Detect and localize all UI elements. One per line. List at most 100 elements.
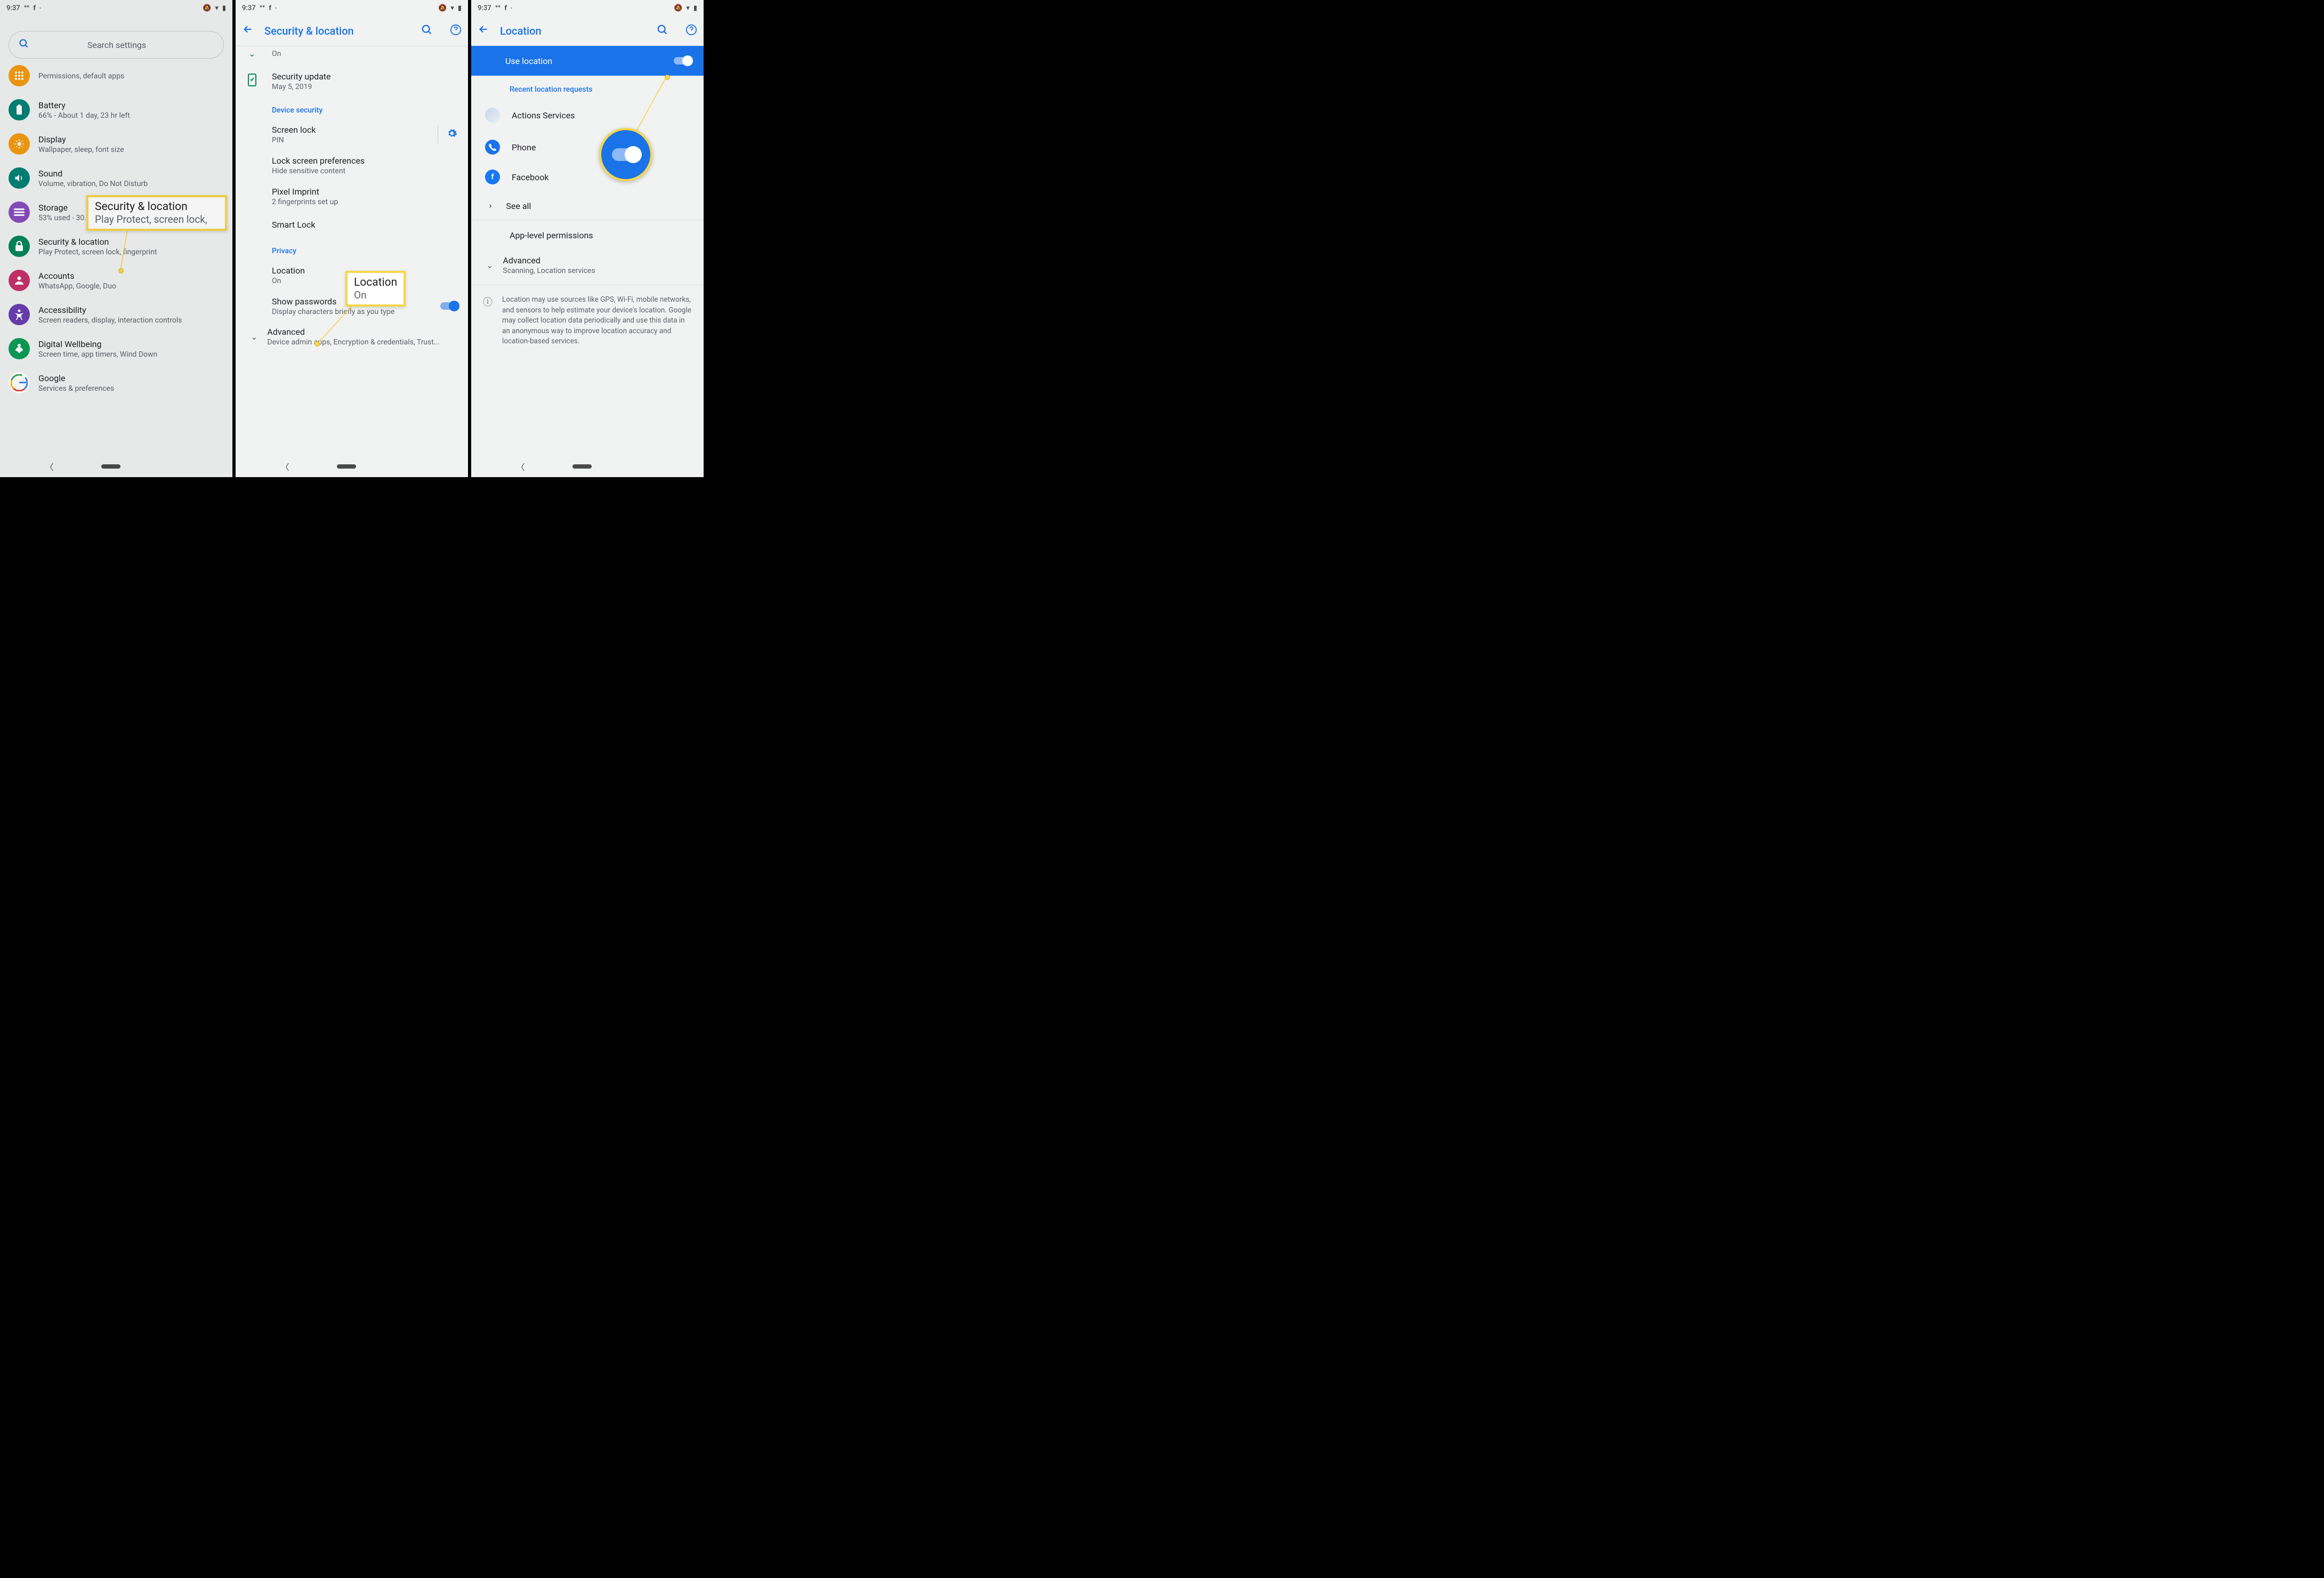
item-sub: Services & preferences [38,384,224,393]
battery-icon: ▮ [693,4,697,12]
nav-bar: 〈 [236,456,468,477]
status-time: 9:37 [478,4,491,12]
back-button[interactable]: 〈 [517,460,525,473]
home-pill[interactable] [572,464,592,469]
search-placeholder: Search settings [38,40,196,50]
section-privacy: Privacy [236,237,468,260]
sound-icon [9,167,30,189]
row-security-update[interactable]: Security updateMay 5, 2019 [236,66,468,96]
display-icon [9,133,30,155]
row-title: Smart Lock [272,220,459,230]
search-icon[interactable] [421,24,433,38]
item-title: Security & location [38,237,224,247]
settings-item-accessibility[interactable]: AccessibilityScreen readers, display, in… [0,297,232,332]
row-advanced[interactable]: ⌄ AdvancedDevice admin apps, Encryption … [236,321,468,352]
security-list[interactable]: ⌄ On Security updateMay 5, 2019 Device s… [236,46,468,456]
settings-item-accounts[interactable]: AccountsWhatsApp, Google, Duo [0,263,232,297]
help-icon[interactable] [685,24,697,38]
nav-bar: 〈 [0,456,232,477]
row-screen-lock[interactable]: Screen lockPIN [236,119,468,150]
callout-location: Location On [345,271,406,307]
callout-title: Security & location [95,200,219,213]
settings-item-battery[interactable]: Battery66% - About 1 day, 23 hr left [0,93,232,127]
status-time: 9:37 [242,4,256,12]
search-settings[interactable]: Search settings [9,31,224,59]
info-text: Location may use sources like GPS, Wi-Fi… [502,295,693,347]
row-see-all[interactable]: ⌄ See all [471,192,704,220]
facebook-icon: f [485,170,500,184]
status-bar: 9:37 ᕯ f • 🔕 ▾ ▮ [0,0,232,16]
back-icon[interactable] [242,23,254,38]
app-row-phone[interactable]: Phone [471,132,704,162]
search-icon [19,38,29,51]
status-time: 9:37 [6,4,20,12]
item-sub: Permissions, default apps [38,72,224,80]
info-text-row: ⓘ Location may use sources like GPS, Wi-… [471,285,704,357]
settings-item-sound[interactable]: SoundVolume, vibration, Do Not Disturb [0,161,232,195]
row-smart-lock[interactable]: Smart Lock [236,212,468,237]
facebook-icon: f [33,4,36,12]
search-icon[interactable] [657,24,668,38]
chevron-down-icon: ⌄ [251,332,257,342]
row-title: App-level permissions [510,230,593,240]
gear-icon[interactable] [447,128,457,141]
app-row-facebook[interactable]: f Facebook [471,162,704,192]
more-icon: • [39,6,41,11]
row-title: Security update [272,71,459,82]
item-title: Battery [38,100,224,110]
row-title: Advanced [267,327,459,337]
row-app-permissions[interactable]: App-level permissions [471,220,704,250]
row-sub: Device admin apps, Encryption & credenti… [267,338,459,347]
dnd-icon: 🔕 [674,4,682,12]
row-title: Pixel Imprint [272,187,459,197]
use-location-banner[interactable]: Use location [471,46,704,76]
settings-item-display[interactable]: DisplayWallpaper, sleep, font size [0,127,232,161]
more-icon: • [275,6,277,11]
callout-sub: Play Protect, screen lock, [95,213,219,226]
nav-bar: 〈 [471,456,704,477]
item-sub: Play Protect, screen lock, fingerprint [38,248,224,256]
row-advanced[interactable]: ⌄ AdvancedScanning, Location services [471,250,704,280]
running-icon: ᕯ [24,4,30,12]
phone-security-location: 9:37ᕯf• 🔕▾▮ Security & location ⌄ On Sec… [236,0,468,477]
back-icon[interactable] [478,23,489,38]
row-top[interactable]: ⌄ On [236,46,468,66]
phone-location: 9:37ᕯf• 🔕▾▮ Location Use location Recent… [471,0,704,477]
banner-title: Use location [505,56,674,66]
toggle-use-location[interactable] [674,55,693,66]
home-pill[interactable] [101,464,120,469]
storage-icon [9,202,30,223]
appbar-title: Security & location [264,25,404,37]
row-pixel-imprint[interactable]: Pixel Imprint2 fingerprints set up [236,181,468,212]
settings-item-apps[interactable]: Permissions, default apps [0,65,232,93]
google-icon [9,372,30,393]
info-icon: ⓘ [483,296,493,347]
wifi-icon: ▾ [686,4,690,12]
item-title: Accounts [38,271,224,281]
shield-icon [247,73,257,89]
row-lock-preferences[interactable]: Lock screen preferencesHide sensitive co… [236,150,468,181]
back-button[interactable]: 〈 [281,460,289,473]
callout-toggle-zoom [599,128,652,181]
settings-item-wellbeing[interactable]: Digital WellbeingScreen time, app timers… [0,332,232,366]
dnd-icon: 🔕 [203,4,211,12]
wifi-icon: ▾ [450,4,454,12]
home-pill[interactable] [337,464,356,469]
wellbeing-icon [9,338,30,359]
location-list[interactable]: Recent location requests Actions Service… [471,76,704,456]
chevron-down-icon: ⌄ [486,260,493,270]
app-row-actions[interactable]: Actions Services [471,98,704,132]
settings-item-google[interactable]: GoogleServices & preferences [0,366,232,400]
phone-settings-root: 9:37 ᕯ f • 🔕 ▾ ▮ Search settings Permiss… [0,0,232,477]
item-sub: Screen readers, display, interaction con… [38,316,224,325]
accessibility-icon [9,304,30,325]
settings-item-security[interactable]: Security & locationPlay Protect, screen … [0,229,232,263]
toggle-show-passwords[interactable] [440,301,459,311]
help-icon[interactable] [450,24,462,38]
back-button[interactable]: 〈 [45,460,54,473]
item-sub: Wallpaper, sleep, font size [38,146,224,154]
accounts-icon [9,270,30,291]
row-sub: 2 fingerprints set up [272,198,459,206]
app-name: Actions Services [512,110,575,120]
settings-list[interactable]: Permissions, default apps Battery66% - A… [0,65,232,456]
